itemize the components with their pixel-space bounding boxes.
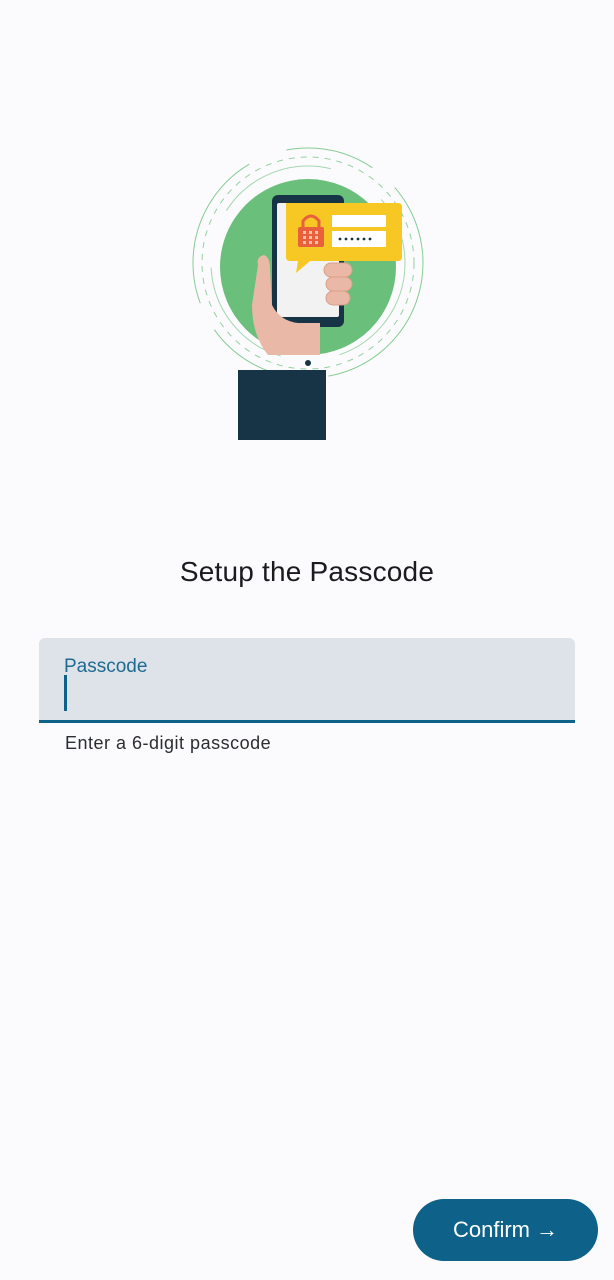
text-cursor — [64, 675, 67, 711]
passcode-helper-text: Enter a 6-digit passcode — [65, 733, 272, 753]
page-title: Setup the Passcode — [179, 556, 435, 587]
passcode-input[interactable] — [71, 678, 555, 712]
arrow-right-icon: → — [536, 1217, 558, 1242]
hand-phone-lock-icon — [192, 147, 424, 440]
passcode-field-label: Passcode — [64, 656, 148, 677]
passcode-field[interactable]: Passcode — [39, 638, 575, 723]
confirm-button[interactable]: Confirm → — [413, 1199, 598, 1261]
passcode-illustration — [180, 145, 440, 445]
confirm-button-label: Confirm — [452, 1217, 530, 1242]
